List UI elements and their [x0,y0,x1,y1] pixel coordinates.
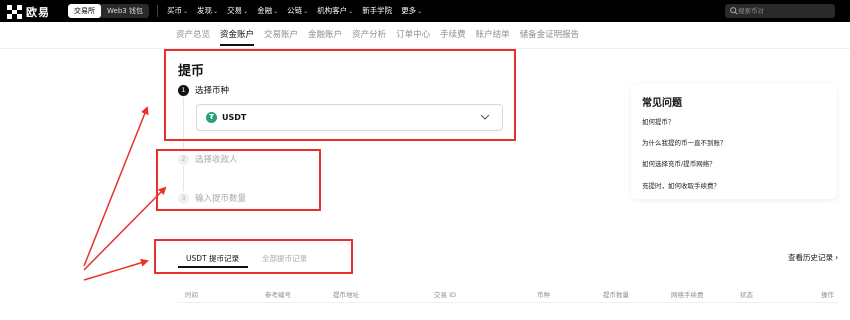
subnav-finance-account[interactable]: 金融账户 [308,22,342,48]
top-navigation-bar: 欧易 交易所 Web3 钱包 买币⌄ 发现⌄ 交易⌄ 金融⌄ 公链⌄ 机构客户⌄… [0,0,850,22]
chevron-down-icon [480,114,490,120]
subnav-statements[interactable]: 账户结单 [476,22,510,48]
subnav-order-center[interactable]: 订单中心 [396,22,430,48]
usdt-coin-icon: ₮ [206,112,217,123]
chevron-down-icon: ⌄ [303,8,309,15]
subnav-trading-account[interactable]: 交易账户 [264,22,298,48]
step-number: 1 [178,84,189,96]
tab-usdt-withdraw-history[interactable]: USDT 提币记录 [186,253,239,264]
tab-exchange[interactable]: 交易所 [68,4,101,18]
column-header: 网络手续费 [671,291,704,299]
search-input[interactable]: 搜索币对 [725,4,835,18]
view-history-link[interactable]: 查看历史记录 › [788,252,838,263]
step-select-recipient: 2 选择收款人 [178,153,238,165]
step-label: 输入提币数量 [195,194,247,204]
step-number: 3 [178,192,189,204]
chevron-down-icon: ⌄ [417,8,423,15]
faq-link[interactable]: 为什么我提的币一直不到账？ [642,137,727,147]
page-title: 提币 [178,64,205,79]
asset-subnav: 资产总览 资金账户 交易账户 金融账户 资产分析 订单中心 手续费 账户结单 储… [176,22,579,48]
column-header: 提币地址 [333,291,359,299]
step-label: 选择收款人 [195,155,238,165]
subnav-fees[interactable]: 手续费 [440,22,466,48]
column-header: 状态 [740,291,753,299]
faq-link[interactable]: 充提时，如何收取手续费？ [642,180,720,190]
step-enter-amount: 3 输入提币数量 [178,192,246,204]
annotation-arrow [83,186,167,271]
menu-chain[interactable]: 公链⌄ [287,0,308,22]
active-tab-underline [178,266,248,268]
chevron-down-icon: ⌄ [243,8,249,15]
subnav-asset-analysis[interactable]: 资产分析 [352,22,386,48]
chevron-right-icon: › [835,253,839,262]
chevron-down-icon: ⌄ [183,8,189,15]
menu-discover[interactable]: 发现⌄ [197,0,218,22]
divider [178,302,838,303]
column-header: 时间 [185,291,198,299]
mode-switcher: 交易所 Web3 钱包 [68,4,149,18]
menu-finance[interactable]: 金融⌄ [257,0,278,22]
main-menu: 买币⌄ 发现⌄ 交易⌄ 金融⌄ 公链⌄ 机构客户⌄ 新手学院 更多⌄ [167,0,422,22]
view-history-label: 查看历史记录 [788,253,833,262]
column-header: 交易 ID [434,291,456,299]
step-connector [183,166,184,191]
tab-web3-wallet[interactable]: Web3 钱包 [101,4,149,18]
menu-institutional[interactable]: 机构客户⌄ [317,0,353,22]
subnav-overview[interactable]: 资产总览 [176,22,210,48]
coin-select-dropdown[interactable]: ₮ USDT [196,104,503,131]
annotation-arrow [83,258,149,281]
okx-logo-icon [7,5,22,19]
brand-name: 欧易 [26,6,50,19]
chevron-down-icon: ⌄ [348,8,354,15]
menu-more[interactable]: 更多⌄ [401,0,422,22]
divider [0,48,850,49]
faq-link[interactable]: 如何选择充币/提币网络？ [642,158,716,168]
column-header: 操作 [821,291,834,299]
subnav-proof-of-reserves[interactable]: 储备金证明报告 [520,22,580,48]
menu-buy-crypto[interactable]: 买币⌄ [167,0,188,22]
chevron-down-icon: ⌄ [273,8,279,15]
annotation-box-history [154,239,353,274]
faq-link[interactable]: 如何提币？ [642,116,675,126]
subnav-funding-account[interactable]: 资金账户 [220,22,255,48]
menu-academy[interactable]: 新手学院 [362,0,392,22]
step-label: 选择币种 [195,86,230,96]
selected-coin: USDT [222,113,247,122]
column-header: 提币数量 [603,291,629,299]
annotation-arrow [83,106,149,267]
column-header: 币种 [537,291,550,299]
menu-trade[interactable]: 交易⌄ [227,0,248,22]
step-connector [183,97,184,151]
faq-title: 常见问题 [642,98,682,109]
faq-card: 常见问题 如何提币？ 为什么我提的币一直不到账？ 如何选择充币/提币网络？ 充提… [631,84,837,199]
column-header: 参考编号 [265,291,291,299]
divider [157,5,158,17]
step-select-coin: 1 选择币种 [178,84,229,96]
tab-all-withdraw-history[interactable]: 全部提币记录 [262,253,307,264]
step-number: 2 [178,153,189,165]
search-placeholder: 搜索币对 [738,7,764,15]
brand-logo[interactable]: 欧易 [7,4,50,20]
chevron-down-icon: ⌄ [213,8,219,15]
